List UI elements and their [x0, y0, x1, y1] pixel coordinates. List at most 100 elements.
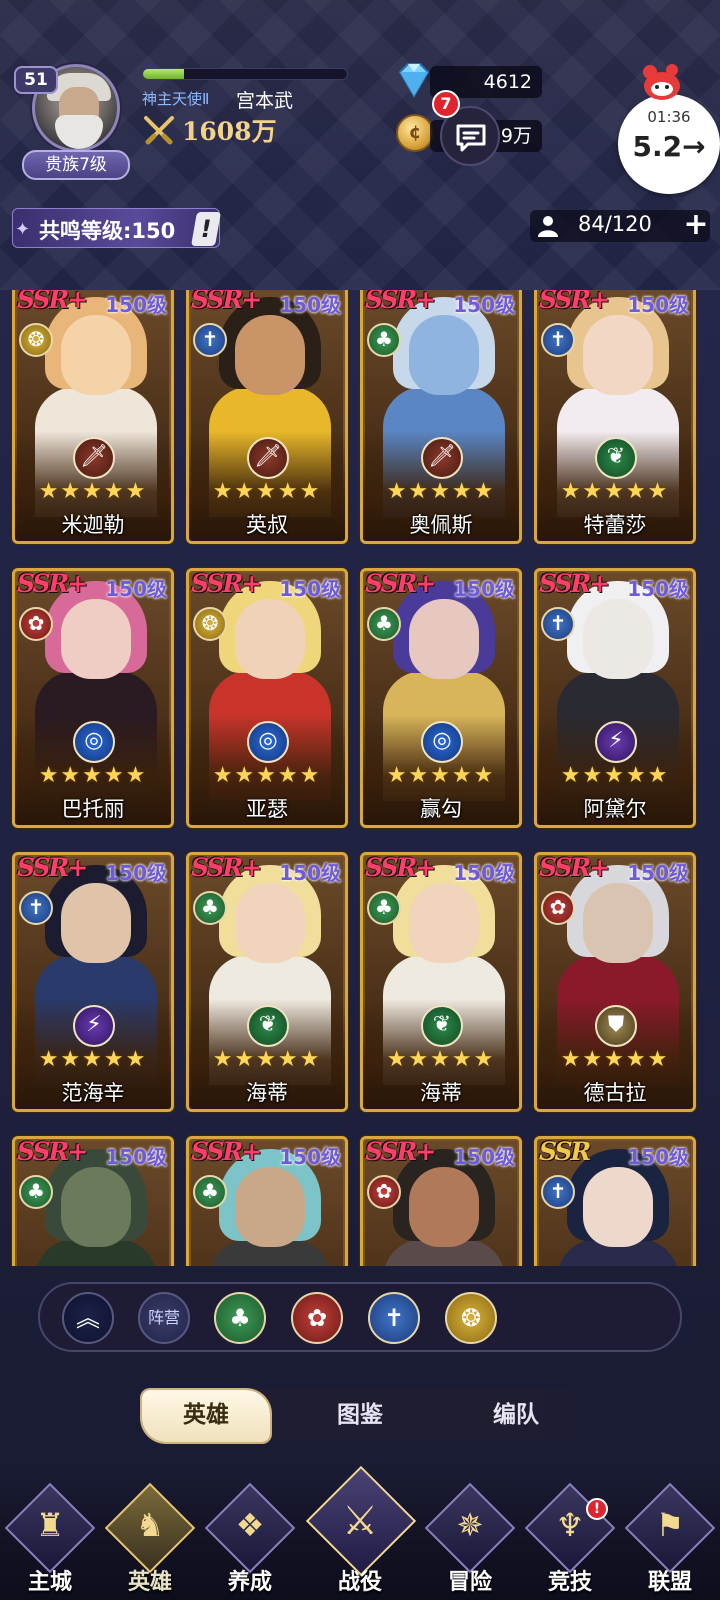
hero-card[interactable]: SSR+ 150级 ✿ — [360, 1136, 522, 1266]
timer-time: 01:36 — [647, 108, 691, 126]
chat-unread-badge: 7 — [432, 90, 460, 118]
player-level-badge: 51 — [14, 66, 58, 94]
rarity-label: SSR+ — [539, 290, 610, 314]
faction-dawn-icon: ❂ — [19, 323, 53, 357]
resonance-label: 共鸣等级:150 — [39, 219, 176, 243]
wings-icon: ❖ — [235, 1506, 265, 1544]
chat-icon — [456, 124, 486, 152]
faction-holy-icon: ✝ — [541, 607, 575, 641]
banner-icon: ⚑ — [655, 1506, 685, 1544]
hero-level: 150级 — [627, 1145, 689, 1169]
class-support-icon: ❦ — [421, 1005, 463, 1047]
class-warrior-icon: 🗡 — [247, 437, 289, 479]
noble-rank-badge[interactable]: 贵族7级 — [22, 150, 130, 180]
rarity-label: SSR — [539, 1137, 591, 1166]
class-tank-icon: ⛊ — [595, 1005, 637, 1047]
mascot-icon — [643, 64, 680, 100]
timer-value: 5.2→ — [632, 130, 706, 163]
class-mage-icon: ◎ — [421, 721, 463, 763]
hero-level: 150级 — [105, 577, 167, 601]
hero-name: 赢勾 — [420, 797, 462, 821]
hero-card[interactable]: SSR+ 150级 ♣ — [186, 1136, 348, 1266]
faction-rose-icon: ✿ — [19, 607, 53, 641]
nav-heroes[interactable]: ♞ 英雄 — [104, 1482, 196, 1600]
tab-formation[interactable]: 编队 — [452, 1390, 580, 1442]
star-rating: ★★★★★ — [560, 479, 670, 504]
star-rating: ★★★★★ — [386, 763, 496, 788]
filter-dawn-button[interactable]: ❂ — [445, 1292, 497, 1344]
faction-nature-icon: ♣ — [193, 1175, 227, 1209]
rarity-label: SSR+ — [539, 853, 610, 882]
hero-name: 德古拉 — [583, 1081, 647, 1105]
hero-card[interactable]: SSR+ 150级 ♣ — [12, 1136, 174, 1266]
star-rating: ★★★★★ — [38, 479, 148, 504]
rarity-label: SSR+ — [17, 1137, 88, 1166]
diamond-icon — [398, 63, 430, 98]
hero-card[interactable]: SSR+ 150级 ✿ ◎ ★★★★★ 巴托丽 — [12, 568, 174, 828]
hero-card[interactable]: SSR+ 150级 ❂ 🗡 ★★★★★ 米迦勒 — [12, 290, 174, 544]
hero-card[interactable]: SSR+ 150级 ♣ ❦ ★★★★★ 海蒂 — [186, 852, 348, 1112]
hero-level: 150级 — [105, 1145, 167, 1169]
class-assassin-icon: ⚡ — [73, 1005, 115, 1047]
hero-grid: SSR+ 150级 ❂ 🗡 ★★★★★ 米迦勒 SSR+ 150级 ✝ 🗡 ★★★★★ 英叔 SSR+ 1… — [0, 290, 720, 1266]
nav-alliance[interactable]: ⚑ 联盟 — [624, 1482, 716, 1600]
hero-card[interactable]: SSR 150级 ✝ — [534, 1136, 696, 1266]
camp-filter-button[interactable]: 阵营 — [138, 1292, 190, 1344]
faction-dawn-icon: ❂ — [193, 607, 227, 641]
faction-holy-icon: ✝ — [193, 323, 227, 357]
hero-card[interactable]: SSR+ 150级 ♣ ◎ ★★★★★ 赢勾 — [360, 568, 522, 828]
hero-card[interactable]: SSR+ 150级 ♣ ❦ ★★★★★ 海蒂 — [360, 852, 522, 1112]
rarity-label: SSR+ — [539, 569, 610, 598]
rarity-label: SSR+ — [365, 290, 436, 314]
combat-power: 1608万 — [182, 117, 277, 146]
resonance-level-banner[interactable]: ✦ 共鸣等级:150 — [12, 208, 220, 248]
star-rating: ★★★★★ — [386, 479, 496, 504]
faction-nature-icon: ♣ — [367, 323, 401, 357]
expand-capacity-button[interactable]: + — [682, 210, 710, 240]
hero-level: 150级 — [453, 577, 515, 601]
rarity-label: SSR+ — [191, 1137, 262, 1166]
hero-card[interactable]: SSR+ 150级 ✿ ⛊ ★★★★★ 德古拉 — [534, 852, 696, 1112]
collapse-filter-button[interactable]: ︽ — [62, 1292, 114, 1344]
rarity-label: SSR+ — [365, 1137, 436, 1166]
timer-widget[interactable]: 01:36 5.2→ — [618, 94, 720, 194]
hero-card[interactable]: SSR+ 150级 ✝ 🗡 ★★★★★ 英叔 — [186, 290, 348, 544]
star-rating: ★★★★★ — [560, 763, 670, 788]
star-rating: ★★★★★ — [560, 1047, 670, 1072]
crossed-swords-icon — [144, 116, 174, 145]
hero-level: 150级 — [279, 577, 341, 601]
rarity-label: SSR+ — [17, 569, 88, 598]
rarity-label: SSR+ — [17, 290, 88, 314]
star-rating: ★★★★★ — [212, 1047, 322, 1072]
chevron-up-icon: ︽ — [76, 1304, 100, 1332]
nav-campaign[interactable]: ⚔ 战役 — [305, 1465, 417, 1600]
faction-nature-icon: ♣ — [19, 1175, 53, 1209]
nav-development[interactable]: ❖ 养成 — [204, 1482, 296, 1600]
tab-heroes[interactable]: 英雄 — [142, 1390, 270, 1442]
hero-card[interactable]: SSR+ 150级 ❂ ◎ ★★★★★ 亚瑟 — [186, 568, 348, 828]
hero-card[interactable]: SSR+ 150级 ✝ ⚡ ★★★★★ 范海辛 — [12, 852, 174, 1112]
tab-codex[interactable]: 图鉴 — [296, 1390, 424, 1442]
hero-card[interactable]: SSR+ 150级 ✝ ❦ ★★★★★ 特蕾莎 — [534, 290, 696, 544]
nav-adventure[interactable]: ✵ 冒险 — [424, 1482, 516, 1600]
hero-name: 亚瑟 — [246, 797, 288, 821]
hero-name: 英叔 — [246, 513, 288, 537]
hero-card[interactable]: SSR+ 150级 ♣ 🗡 ★★★★★ 奥佩斯 — [360, 290, 522, 544]
hero-card[interactable]: SSR+ 150级 ✝ ⚡ ★★★★★ 阿黛尔 — [534, 568, 696, 828]
sparkle-icon: ✦ — [15, 219, 31, 240]
faction-nature-icon: ♣ — [367, 607, 401, 641]
rank-title: 神主天使Ⅱ — [142, 90, 210, 108]
arena-alert-badge: ! — [586, 1498, 608, 1520]
filter-nature-button[interactable]: ♣ — [214, 1292, 266, 1344]
hero-level: 150级 — [627, 293, 689, 317]
castle-icon: ♜ — [35, 1506, 65, 1544]
filter-holy-button[interactable]: ✝ — [368, 1292, 420, 1344]
crossed-swords-icon: ⚔ — [342, 1498, 378, 1544]
hero-level: 150级 — [627, 861, 689, 885]
rarity-label: SSR+ — [365, 853, 436, 882]
nav-main-city[interactable]: ♜ 主城 — [4, 1482, 96, 1600]
class-support-icon: ❦ — [595, 437, 637, 479]
filter-rose-button[interactable]: ✿ — [291, 1292, 343, 1344]
hero-name: 奥佩斯 — [409, 513, 473, 537]
hero-icon: ♞ — [135, 1506, 165, 1544]
